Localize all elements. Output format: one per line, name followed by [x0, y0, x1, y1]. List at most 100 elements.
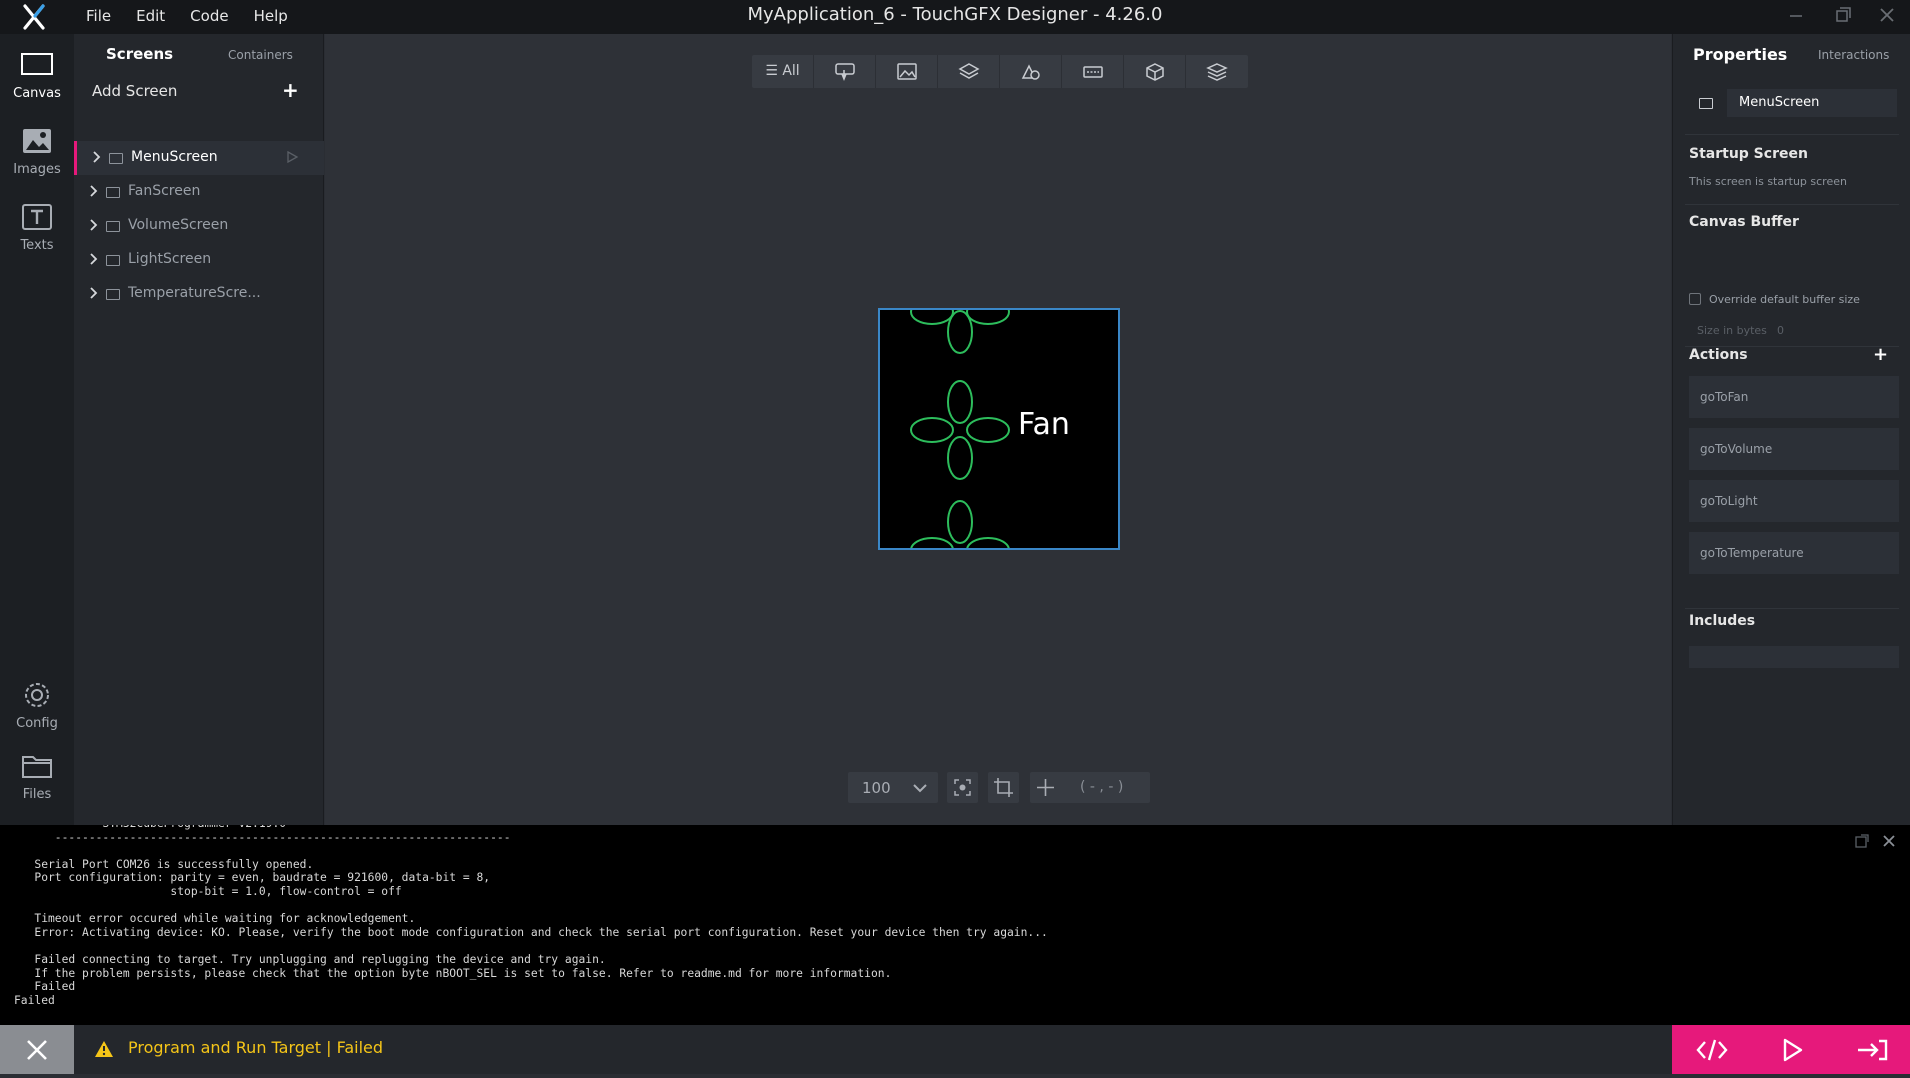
tab-interactions[interactable]: Interactions: [1818, 48, 1889, 62]
action-item[interactable]: goToVolume: [1689, 428, 1899, 470]
filter-controls-button[interactable]: [1062, 55, 1124, 88]
screens-panel: Screens Containers Add Screen + MenuScre…: [74, 34, 324, 825]
rail-files[interactable]: Files: [0, 745, 74, 809]
play-icon[interactable]: [285, 150, 299, 164]
chevron-right-icon[interactable]: [88, 184, 98, 198]
action-item[interactable]: goToFan: [1689, 376, 1899, 418]
crop-button[interactable]: [988, 772, 1019, 803]
run-target-button[interactable]: [1832, 1025, 1910, 1074]
keyboard-icon: [1083, 66, 1103, 78]
dismiss-status-button[interactable]: [0, 1025, 74, 1074]
fan-text: Fan: [1018, 407, 1070, 442]
screen-icon: [106, 187, 120, 198]
zoom-value: 100: [862, 779, 891, 797]
rail-texts[interactable]: Texts: [0, 196, 74, 260]
filter-all-label: All: [782, 63, 800, 79]
generate-code-button[interactable]: [1672, 1025, 1750, 1074]
console-line: If the problem persists, please check th…: [14, 966, 892, 980]
filter-all-button[interactable]: ☰ All: [752, 55, 814, 88]
screen-name: FanScreen: [128, 183, 201, 199]
filter-misc-button[interactable]: [1186, 55, 1248, 88]
tab-properties[interactable]: Properties: [1693, 45, 1787, 64]
title-bar: File Edit Code Help MyApplication_6 - To…: [0, 0, 1910, 34]
action-item[interactable]: goToLight: [1689, 480, 1899, 522]
screen-name: MenuScreen: [131, 149, 218, 165]
includes-field[interactable]: [1689, 646, 1899, 668]
rail-canvas[interactable]: Canvas: [0, 44, 74, 108]
screen-icon: [1699, 98, 1713, 109]
add-screen-button[interactable]: +: [282, 78, 299, 102]
canvas-area: ☰ All Fan 100 (- , -): [325, 34, 1671, 825]
shapes-icon: [1021, 64, 1040, 80]
rail-images[interactable]: Images: [0, 120, 74, 184]
close-window-icon[interactable]: [1873, 4, 1901, 28]
fit-screen-button[interactable]: [947, 772, 978, 803]
images-icon: [23, 129, 51, 153]
filter-interaction-button[interactable]: [814, 55, 876, 88]
play-icon: [1783, 1038, 1803, 1062]
screen-preview[interactable]: Fan: [878, 308, 1120, 550]
menu-file[interactable]: File: [86, 0, 111, 34]
console-line: Timeout error occured while waiting for …: [14, 912, 416, 926]
chevron-right-icon[interactable]: [88, 252, 98, 266]
gear-icon: [25, 683, 49, 707]
action-item[interactable]: goToTemperature: [1689, 532, 1899, 574]
screen-item-menuscreen[interactable]: MenuScreen: [74, 141, 324, 175]
chevron-right-icon[interactable]: [88, 218, 98, 232]
screen-name-field[interactable]: MenuScreen: [1727, 89, 1897, 117]
add-screen-row[interactable]: Add Screen +: [74, 74, 324, 108]
minimize-icon[interactable]: [1782, 4, 1810, 28]
chevron-right-icon[interactable]: [88, 286, 98, 300]
rail-files-label: Files: [22, 787, 52, 802]
popout-icon[interactable]: [1855, 834, 1869, 848]
cursor-coordinates: ( - , - ): [1030, 772, 1150, 803]
override-buffer-label: Override default buffer size: [1709, 293, 1860, 306]
menu-edit[interactable]: Edit: [136, 0, 165, 34]
screen-icon: [106, 289, 120, 300]
crop-icon: [994, 778, 1013, 797]
run-actions: [1672, 1025, 1910, 1074]
close-icon: [27, 1040, 47, 1060]
divider: [1685, 608, 1899, 609]
menu-code[interactable]: Code: [190, 0, 228, 34]
tab-screens[interactable]: Screens: [106, 45, 173, 63]
add-action-button[interactable]: +: [1873, 344, 1888, 365]
code-icon: [1696, 1039, 1728, 1061]
chevron-right-icon[interactable]: [91, 150, 101, 164]
close-icon[interactable]: [1881, 833, 1897, 849]
console-line: Serial Port COM26 is successfully opened…: [14, 857, 314, 871]
tab-containers[interactable]: Containers: [228, 48, 293, 62]
maximize-icon[interactable]: [1829, 4, 1857, 28]
screens-tabs: Screens Containers: [74, 34, 323, 74]
coordinates-value: ( - , - ): [1080, 779, 1124, 795]
menu-help[interactable]: Help: [254, 0, 288, 34]
warning-icon: [95, 1041, 113, 1057]
filter-shapes-button[interactable]: [1000, 55, 1062, 88]
override-buffer-checkbox[interactable]: [1689, 293, 1701, 305]
rail-canvas-label: Canvas: [13, 86, 61, 101]
menu-bar: File Edit Code Help: [86, 0, 313, 34]
rail-images-label: Images: [13, 162, 61, 177]
filter-images-button[interactable]: [876, 55, 938, 88]
includes-title: Includes: [1689, 613, 1756, 629]
screen-name: TemperatureScre...: [128, 285, 261, 301]
left-rail: Canvas Images Texts Config Files: [0, 34, 74, 825]
screen-item-fanscreen[interactable]: FanScreen: [74, 175, 324, 209]
rail-config[interactable]: Config: [0, 674, 74, 738]
console-output: STM32CubeProgrammer v2.19.0 ------------…: [14, 825, 1048, 1007]
screen-item-lightscreen[interactable]: LightScreen: [74, 243, 324, 277]
widget-filter-toolbar: ☰ All: [752, 55, 1248, 88]
screen-item-temperaturescreen[interactable]: TemperatureScre...: [74, 277, 324, 311]
run-simulator-button[interactable]: [1752, 1025, 1830, 1074]
status-message: Program and Run Target | Failed: [128, 1038, 384, 1057]
filter-containers-button[interactable]: [938, 55, 1000, 88]
filter-3d-button[interactable]: [1124, 55, 1186, 88]
screen-item-volumescreen[interactable]: VolumeScreen: [74, 209, 324, 243]
screen-name-row: MenuScreen: [1687, 89, 1897, 117]
screen-icon: [109, 153, 123, 164]
zoom-select[interactable]: 100: [848, 772, 938, 803]
move-icon: [1037, 779, 1054, 796]
